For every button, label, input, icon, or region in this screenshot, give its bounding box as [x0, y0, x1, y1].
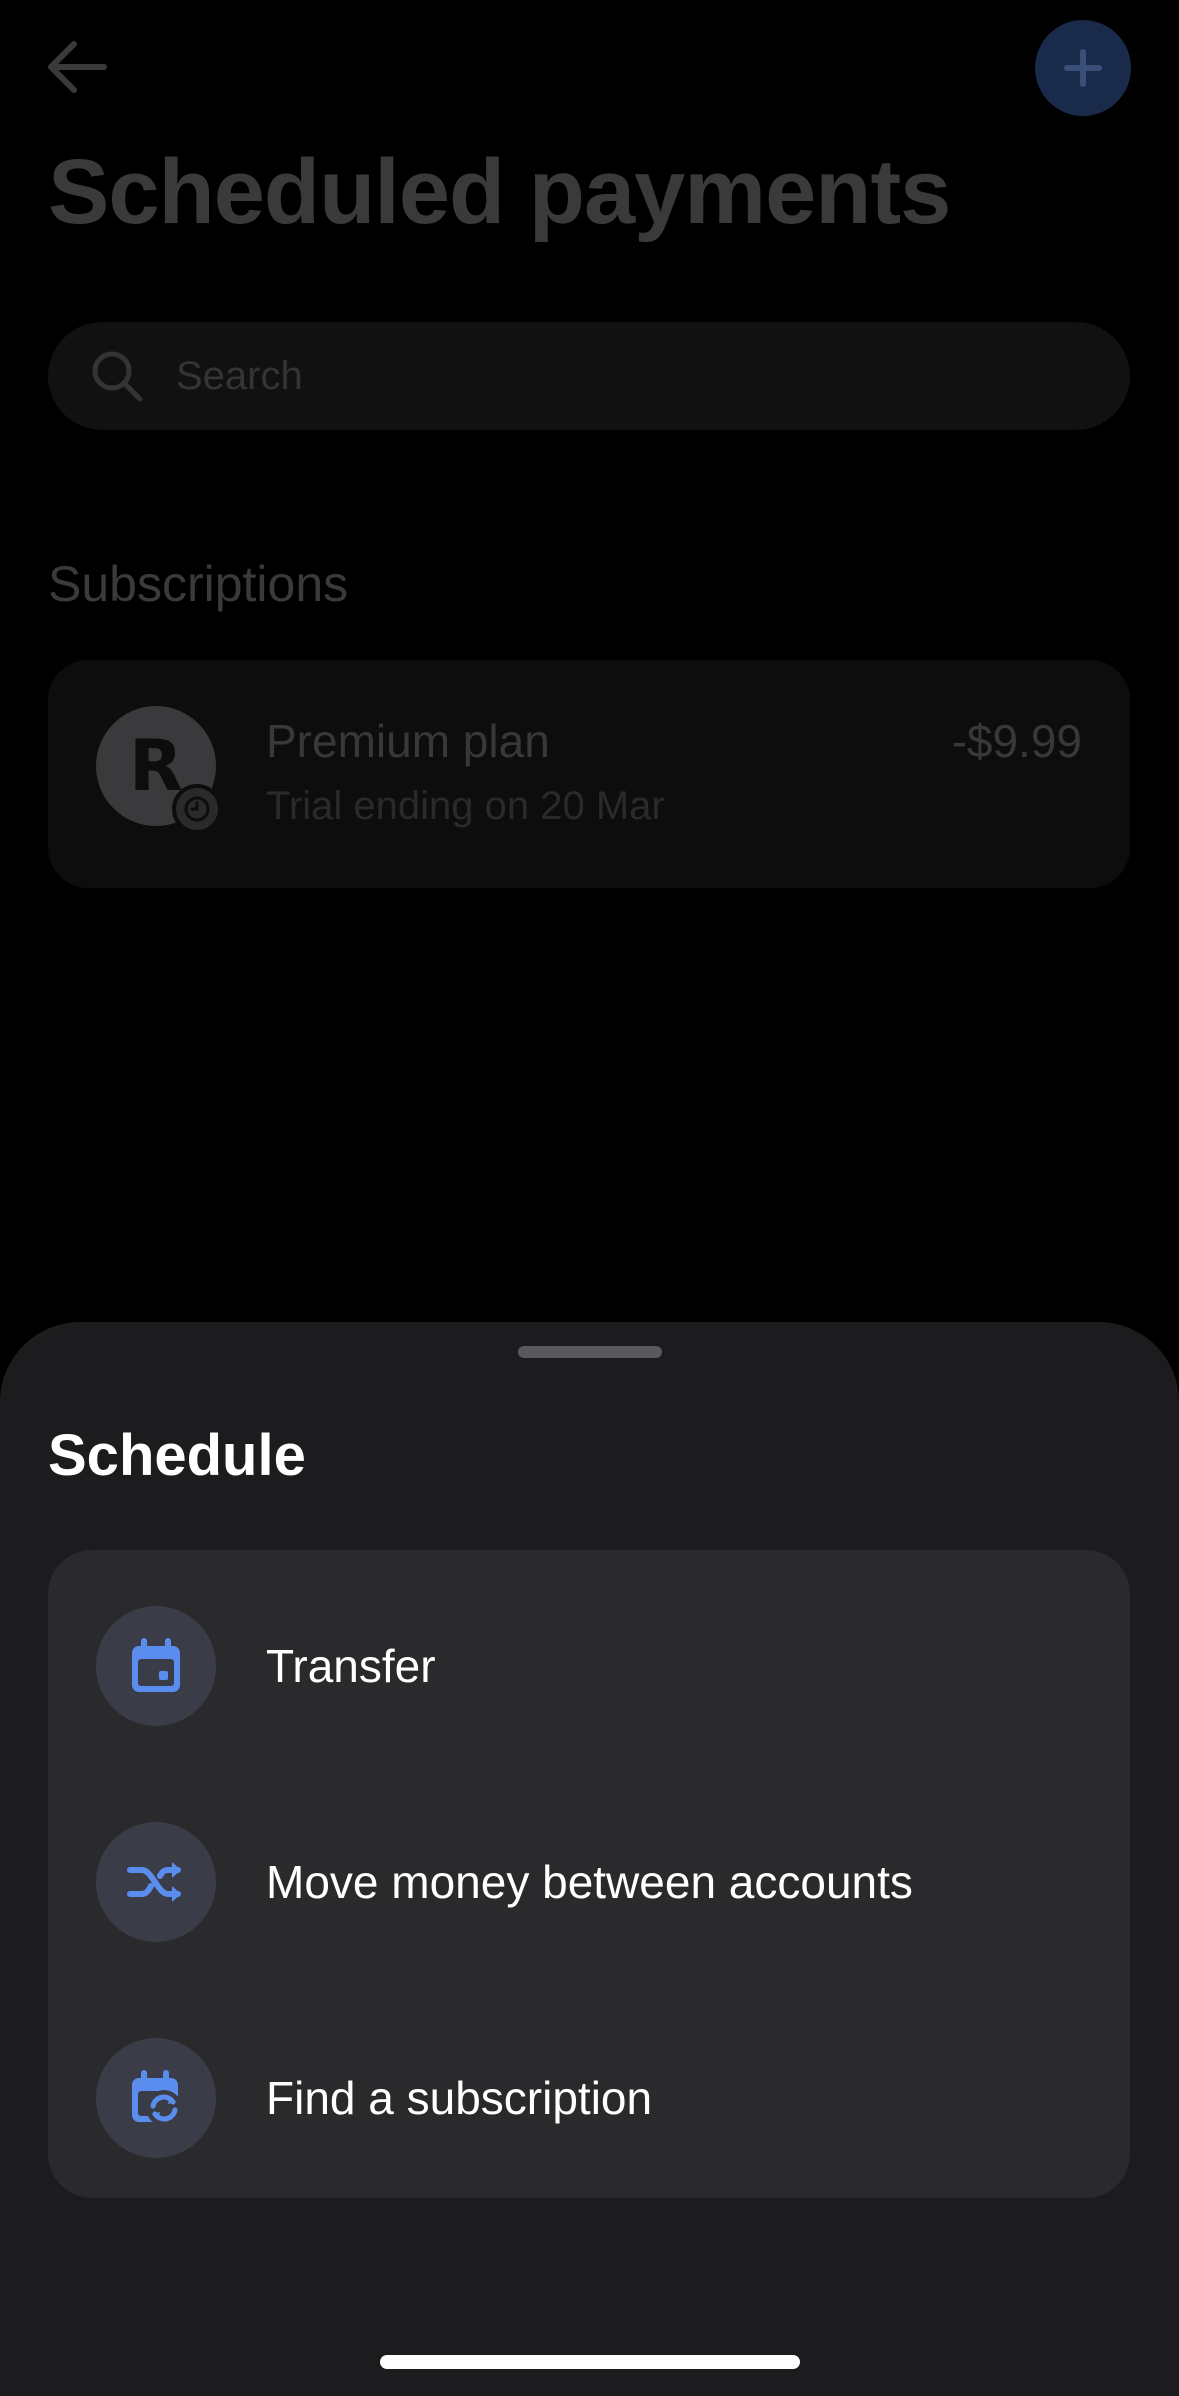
option-move-money[interactable]: Move money between accounts: [48, 1782, 1130, 1982]
calendar-repeat-icon: [96, 2038, 216, 2158]
sheet-grabber[interactable]: [518, 1346, 662, 1358]
back-button[interactable]: [44, 38, 110, 96]
page-title: Scheduled payments: [48, 141, 951, 243]
schedule-options-list: Transfer Move money between accounts Fin…: [48, 1550, 1130, 2198]
subscription-name: Premium plan: [266, 715, 550, 767]
scheduled-payments-screen: Scheduled payments Search Subscriptions …: [0, 0, 1179, 2396]
add-button[interactable]: [1035, 20, 1131, 116]
shuffle-icon: [96, 1822, 216, 1942]
option-find-subscription[interactable]: Find a subscription: [48, 1998, 1130, 2198]
section-label-subscriptions: Subscriptions: [48, 556, 349, 612]
clock-icon: [172, 784, 222, 834]
subscription-card[interactable]: R Premium plan Trial ending on 20 Mar -$…: [48, 660, 1130, 888]
arrow-left-icon: [48, 41, 107, 93]
search-input[interactable]: Search: [176, 354, 303, 399]
subscription-amount: -$9.99: [951, 715, 1082, 767]
schedule-bottom-sheet: Schedule Transfer Move money between acc…: [0, 1322, 1179, 2396]
subscription-description: Trial ending on 20 Mar: [266, 784, 665, 828]
option-label: Transfer: [266, 1640, 436, 1692]
option-label: Move money between accounts: [266, 1856, 913, 1908]
sheet-title: Schedule: [48, 1423, 306, 1488]
home-indicator[interactable]: [380, 2355, 800, 2369]
search-icon: [92, 351, 143, 402]
option-label: Find a subscription: [266, 2072, 653, 2124]
plus-icon: [1064, 49, 1102, 87]
search-bar[interactable]: Search: [48, 322, 1130, 430]
calendar-icon: [96, 1606, 216, 1726]
option-transfer[interactable]: Transfer: [48, 1566, 1130, 1766]
